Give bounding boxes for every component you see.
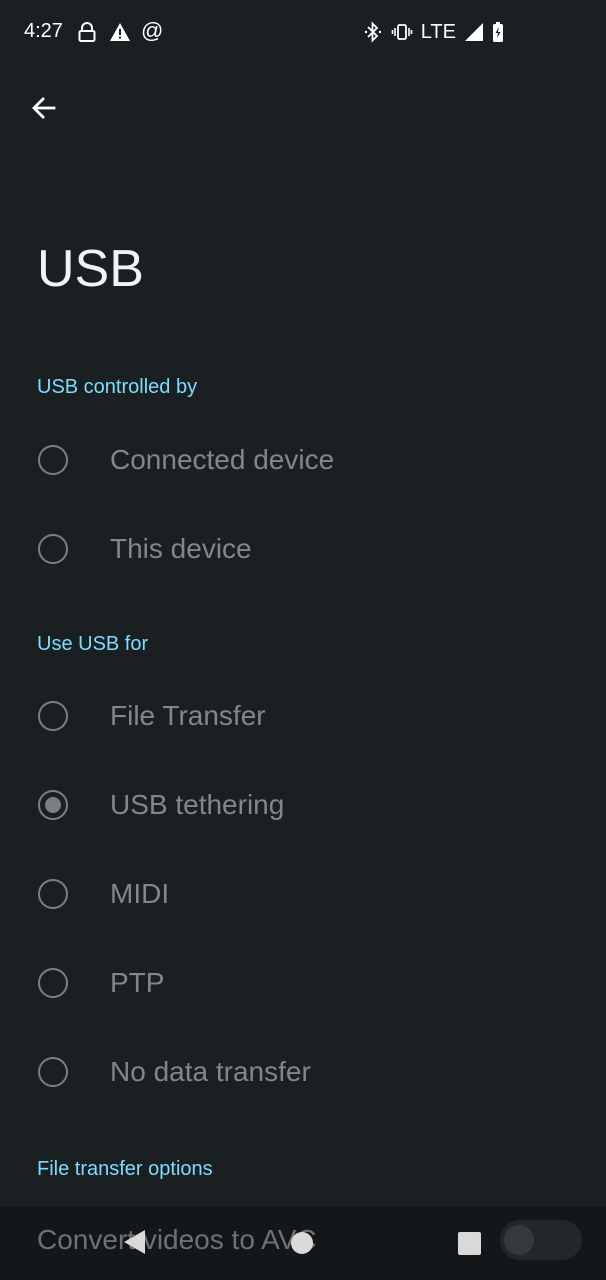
option-label: File Transfer (110, 700, 266, 731)
radio-button[interactable] (38, 701, 68, 731)
option-label: MIDI (110, 878, 170, 909)
vibrate-icon (391, 24, 413, 40)
radio-button[interactable] (38, 879, 68, 909)
radio-option-file-transfer[interactable]: File Transfer (0, 671, 606, 760)
arrow-left-icon (32, 97, 56, 119)
page-title: USB (37, 240, 144, 298)
radio-option-no-data-transfer[interactable]: No data transfer (0, 1027, 606, 1116)
toggle-knob (504, 1225, 534, 1255)
radio-option-connected-device[interactable]: Connected device (0, 415, 606, 504)
at-icon: @ (141, 18, 164, 43)
network-type-label: LTE (420, 20, 456, 43)
option-label: USB tethering (110, 789, 285, 820)
nav-back-icon[interactable] (123, 1229, 147, 1255)
option-label: Connected device (110, 444, 335, 475)
radio-button[interactable] (38, 534, 68, 564)
radio-option-ptp[interactable]: PTP (0, 938, 606, 1027)
status-bar: 4:27 @ LTE (0, 0, 606, 66)
radio-button[interactable] (38, 1057, 68, 1087)
signal-icon (465, 23, 483, 41)
bluetooth-icon (364, 21, 381, 43)
lock-icon (78, 22, 96, 42)
option-label: PTP (110, 967, 165, 998)
back-button[interactable] (24, 88, 64, 128)
option-label: No data transfer (110, 1056, 311, 1087)
status-time: 4:27 (24, 20, 63, 42)
radio-button-selected[interactable] (38, 790, 68, 820)
option-label: This device (110, 533, 252, 564)
radio-button[interactable] (38, 968, 68, 998)
nav-recents-icon[interactable] (458, 1232, 481, 1255)
nav-home-icon[interactable] (291, 1232, 313, 1254)
section-header-controlled-by: USB controlled by (37, 376, 198, 398)
radio-option-this-device[interactable]: This device (0, 504, 606, 593)
convert-videos-toggle[interactable] (500, 1220, 582, 1260)
section-header-use-usb-for: Use USB for (37, 633, 149, 655)
radio-option-midi[interactable]: MIDI (0, 849, 606, 938)
section-header-file-transfer-options: File transfer options (37, 1158, 213, 1180)
convert-videos-label[interactable]: Convert videos to AVC (37, 1224, 317, 1256)
radio-button[interactable] (38, 445, 68, 475)
status-right-group: LTE (363, 18, 504, 46)
radio-option-usb-tethering[interactable]: USB tethering (0, 760, 606, 849)
warning-icon (110, 23, 130, 41)
battery-charging-icon (493, 22, 503, 42)
